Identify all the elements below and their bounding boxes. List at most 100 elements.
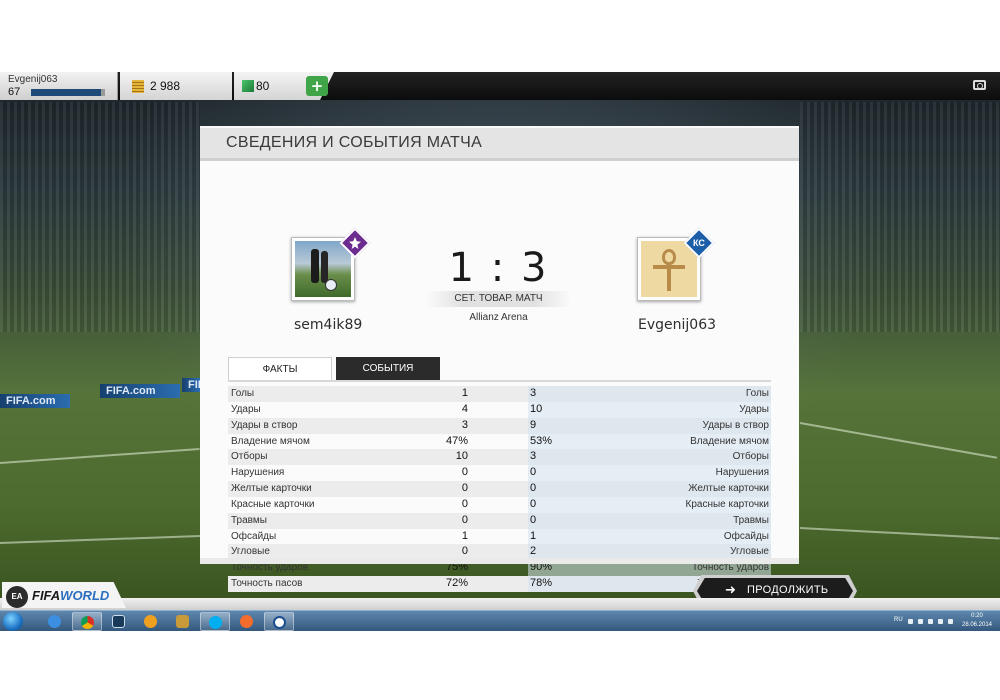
stat-value-away: 78% <box>530 577 553 590</box>
coins-icon <box>132 80 144 93</box>
arrow-right-icon: ➜ <box>725 583 736 598</box>
bottom-bar <box>0 598 1000 610</box>
help-icon[interactable] <box>908 619 913 624</box>
stat-name-away: Удары <box>739 403 769 415</box>
panel-header: СВЕДЕНИЯ И СОБЫТИЯ МАТЧА <box>200 126 799 158</box>
taskbar-ie[interactable] <box>40 612 70 631</box>
stat-name-away: Владение мячом <box>690 435 769 447</box>
tab-facts[interactable]: ФАКТЫ <box>228 357 332 380</box>
pitch-line <box>0 448 200 464</box>
stat-name-home: Желтые карточки <box>231 483 312 495</box>
top-bar: Evgenij063 67 2 988 80 + <box>0 72 1000 100</box>
away-team-name: Evgenij063 <box>638 317 717 333</box>
home-team-badge <box>291 227 371 301</box>
pitch-line <box>0 535 200 544</box>
taskbar-media[interactable] <box>136 612 166 631</box>
stat-row: Точность пасов72%78%Точность пасов <box>228 576 771 592</box>
xp-progress-bar <box>31 89 105 96</box>
taskbar-origin[interactable] <box>232 612 262 631</box>
panel-footer <box>200 558 799 564</box>
stat-row: Удары 4 10 Удары <box>228 401 771 418</box>
world-text: WORLD <box>60 588 110 603</box>
stat-name-away: Желтые карточки <box>688 483 769 495</box>
taskbar-fifa-world[interactable] <box>264 612 294 631</box>
camera-icon[interactable] <box>973 80 986 90</box>
continue-label: ПРОДОЛЖИТЬ <box>747 584 829 596</box>
stat-value-home: 0 <box>461 466 468 479</box>
stat-row: Голы 1 3 Голы <box>228 386 771 402</box>
stat-value-home: 4 <box>461 402 468 415</box>
stat-value-home: 3 <box>461 418 468 431</box>
lily-icon <box>349 237 361 249</box>
stat-value-away: 1 <box>530 529 537 542</box>
player-name: Evgenij063 <box>8 74 58 85</box>
stat-value-home: 47% <box>445 434 468 447</box>
away-column-bg <box>528 386 771 402</box>
stat-value-home: 0 <box>461 513 468 526</box>
taskbar-terminal[interactable] <box>104 612 134 631</box>
coins-value: 2 988 <box>150 79 181 93</box>
player-info[interactable]: Evgenij063 67 <box>0 72 118 100</box>
arrow-icon[interactable] <box>928 619 933 624</box>
stat-value-home: 1 <box>461 387 468 399</box>
stat-name-home: Красные карточки <box>231 498 315 510</box>
stat-value-home: 0 <box>461 545 468 558</box>
chrome-icon <box>81 616 94 629</box>
settings-icon[interactable] <box>918 619 923 624</box>
tab-events[interactable]: СОБЫТИЯ <box>336 357 440 380</box>
taskbar-skype[interactable] <box>200 612 230 631</box>
tab-underline <box>228 380 771 382</box>
stat-row: Удары в створ 3 9 Удары в створ <box>228 417 771 434</box>
stat-row: Травмы 0 0 Травмы <box>228 512 771 529</box>
stat-name-home: Точность пасов <box>231 578 303 590</box>
points-icon <box>242 80 254 92</box>
taskbar-chrome[interactable] <box>72 612 102 631</box>
taskbar-game[interactable] <box>168 612 198 631</box>
ad-board-left-2: FIFA.com <box>100 384 180 398</box>
stadium-stand-left <box>0 102 200 332</box>
stat-name-away: Голы <box>745 388 769 399</box>
stat-name-away: Угловые <box>730 546 769 558</box>
clock-date[interactable]: 28.06.2014 <box>960 622 994 628</box>
away-column-bg <box>528 401 771 418</box>
stat-value-away: 0 <box>530 482 537 495</box>
stat-name-home: Голы <box>231 388 255 399</box>
pitch-line <box>799 527 1000 540</box>
stat-name-away: Отборы <box>732 451 769 463</box>
ea-sports-logo-icon: EA <box>6 586 28 608</box>
stat-row: Отборы 10 3 Отборы <box>228 449 771 466</box>
ankh-icon-stem <box>667 265 671 291</box>
stat-value-home: 1 <box>461 529 468 542</box>
home-team-avatar <box>295 241 351 297</box>
stat-name-away: Нарушения <box>715 467 769 479</box>
stat-value-home: 72% <box>445 577 468 590</box>
xp-progress-fill <box>31 89 102 96</box>
add-points-button[interactable]: + <box>306 76 328 96</box>
stat-row: Владение мячом 47% 53% Владение мячом <box>228 433 771 450</box>
stat-value-home: 10 <box>455 450 468 463</box>
player-level: 67 <box>8 86 21 98</box>
network-icon[interactable] <box>938 619 943 624</box>
stat-name-away: Красные карточки <box>685 498 769 510</box>
player-leg <box>321 251 328 283</box>
stat-value-home: 0 <box>461 497 468 510</box>
ie-icon <box>48 615 61 628</box>
skype-icon <box>209 616 222 629</box>
language-indicator[interactable]: RU <box>894 617 903 623</box>
stat-name-home: Нарушения <box>231 467 285 479</box>
game-icon <box>176 615 189 628</box>
volume-icon[interactable] <box>948 619 953 624</box>
points-value: 80 <box>256 79 270 93</box>
stat-name-home: Владение мячом <box>231 435 310 447</box>
panel-title: СВЕДЕНИЯ И СОБЫТИЯ МАТЧА <box>226 134 483 151</box>
match-type: СЕТ. ТОВАР. МАТЧ <box>454 293 543 304</box>
match-venue: Allianz Arena <box>469 312 528 323</box>
panel-body: sem4ik89 1 : 3 СЕТ. ТОВАР. МАТЧ Allianz … <box>200 158 799 592</box>
football-icon <box>325 279 337 291</box>
stat-value-away: 0 <box>530 513 537 526</box>
clock-time[interactable]: 0:20 <box>960 613 994 619</box>
pitch-line <box>799 422 998 459</box>
stat-value-home: 0 <box>461 482 468 495</box>
start-button-icon[interactable] <box>3 612 23 631</box>
stat-value-away: 0 <box>530 497 537 510</box>
